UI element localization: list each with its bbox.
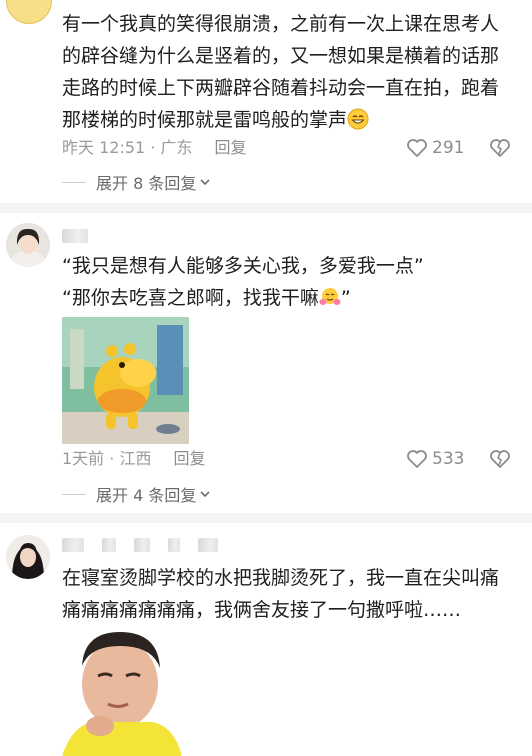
comment-text: “我只是想有人能够多关心我，多爱我一点” “那你去吃喜之郎啊，找我干嘛” — [62, 255, 424, 309]
dislike-heart-icon[interactable] — [488, 447, 512, 471]
comment-text: 在寝室烫脚学校的水把我脚烫死了，我一直在尖叫痛痛痛痛痛痛痛痛，我俩舍友接了一句撒… — [62, 567, 500, 621]
avatar[interactable] — [6, 0, 52, 24]
timestamp: 1天前 — [62, 449, 105, 468]
comment-meta: 昨天 12:51 · 广东 回复 — [62, 138, 247, 157]
reply-button[interactable]: 回复 — [173, 449, 205, 468]
like-button[interactable]: 533 — [406, 447, 464, 471]
reply-button[interactable]: 回复 — [214, 138, 246, 157]
comment-text: 有一个我真的笑得很崩溃，之前有一次上课在思考人的辟谷缝为什么是竖着的，又一想如果… — [62, 13, 500, 131]
username[interactable] — [62, 226, 106, 246]
comment-image[interactable] — [62, 317, 189, 444]
expand-replies-button[interactable]: 展开 8 条回复 — [62, 171, 211, 193]
timestamp: 昨天 12:51 — [62, 138, 146, 157]
comment-image[interactable] — [62, 626, 182, 756]
grinning-face-emoji — [347, 108, 369, 130]
expand-replies-button[interactable]: 展开 4 条回复 — [62, 483, 211, 505]
comment-meta: 1天前 · 江西 回复 — [62, 449, 206, 468]
dislike-heart-icon[interactable] — [488, 136, 512, 160]
heart-icon — [407, 139, 427, 157]
hugging-face-emoji — [319, 288, 341, 305]
like-count: 533 — [432, 449, 465, 469]
username[interactable] — [62, 535, 236, 555]
like-count: 291 — [432, 138, 465, 158]
avatar[interactable] — [6, 535, 50, 579]
comment-1: 有一个我真的笑得很崩溃，之前有一次上课在思考人的辟谷缝为什么是竖着的，又一想如果… — [0, 0, 532, 205]
avatar[interactable] — [6, 223, 50, 267]
location: 江西 — [119, 449, 152, 468]
comment-3: 在寝室烫脚学校的水把我脚烫死了，我一直在尖叫痛痛痛痛痛痛痛痛，我俩舍友接了一句撒… — [0, 523, 532, 756]
cartoon-hippo-image — [62, 317, 189, 444]
like-button[interactable]: 291 — [406, 136, 464, 160]
person-photo-image — [62, 626, 182, 756]
divider — [0, 203, 532, 213]
comment-2: “我只是想有人能够多关心我，多爱我一点” “那你去吃喜之郎啊，找我干嘛” 1天前… — [0, 213, 532, 513]
location: 广东 — [160, 138, 193, 157]
chevron-down-icon — [200, 491, 210, 498]
heart-icon — [407, 450, 427, 468]
chevron-down-icon — [200, 179, 210, 186]
divider — [0, 513, 532, 523]
